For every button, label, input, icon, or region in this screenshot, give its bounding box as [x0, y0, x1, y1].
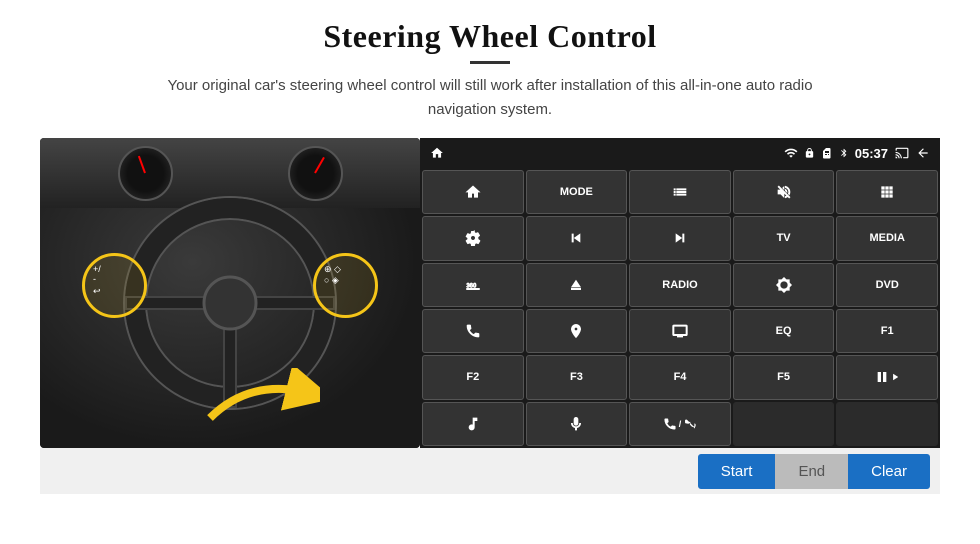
cast-icon	[894, 146, 910, 160]
gauge-right	[288, 146, 343, 201]
status-right: 05:37	[784, 146, 930, 161]
btn-media[interactable]: MEDIA	[836, 216, 938, 260]
action-bar: Start End Clear	[40, 448, 940, 494]
btn-home[interactable]	[422, 170, 524, 214]
btn-eject[interactable]	[526, 263, 628, 307]
home-status-icon	[430, 146, 444, 160]
btn-radio[interactable]: RADIO	[629, 263, 731, 307]
btn-mic[interactable]	[526, 402, 628, 446]
title-divider	[470, 61, 510, 64]
btn-f4[interactable]: F4	[629, 355, 731, 399]
needle-left	[138, 156, 146, 174]
callout-right: ⊕ ◇○ ◈	[313, 253, 378, 318]
btn-empty2	[836, 402, 938, 446]
btn-voicecall[interactable]: /	[629, 402, 731, 446]
btn-apps[interactable]	[836, 170, 938, 214]
btn-music[interactable]	[422, 402, 524, 446]
btn-f2[interactable]: F2	[422, 355, 524, 399]
button-grid: MODE	[420, 168, 940, 448]
time-display: 05:37	[855, 146, 888, 161]
btn-brightness[interactable]	[733, 263, 835, 307]
bluetooth-icon	[839, 146, 849, 160]
btn-forward[interactable]	[629, 216, 731, 260]
btn-settings[interactable]	[422, 216, 524, 260]
btn-phone[interactable]	[422, 309, 524, 353]
btn-f5[interactable]: F5	[733, 355, 835, 399]
callout-left: +/- ↩	[82, 253, 147, 318]
needle-right	[314, 157, 325, 174]
status-left	[430, 146, 444, 160]
btn-360[interactable]: 360	[422, 263, 524, 307]
page-title: Steering Wheel Control	[323, 18, 656, 55]
wifi-icon	[784, 146, 798, 160]
control-panel: 05:37 MODE	[420, 138, 940, 448]
btn-empty1	[733, 402, 835, 446]
arrow-indicator	[200, 368, 320, 438]
btn-rewind[interactable]	[526, 216, 628, 260]
btn-eq[interactable]: EQ	[733, 309, 835, 353]
steering-wheel-image: +/- ↩ ⊕ ◇○ ◈	[40, 138, 420, 448]
btn-gps[interactable]	[526, 309, 628, 353]
end-button[interactable]: End	[775, 454, 848, 489]
btn-tv[interactable]: TV	[733, 216, 835, 260]
btn-f1[interactable]: F1	[836, 309, 938, 353]
btn-list[interactable]	[629, 170, 731, 214]
btn-playpause[interactable]	[836, 355, 938, 399]
gauge-left	[118, 146, 173, 201]
wheel-hub	[203, 276, 258, 331]
clear-button[interactable]: Clear	[848, 454, 930, 489]
status-bar: 05:37	[420, 138, 940, 168]
page-subtitle: Your original car's steering wheel contr…	[140, 74, 840, 122]
start-button[interactable]: Start	[698, 454, 776, 489]
btn-screen[interactable]	[629, 309, 731, 353]
back-icon	[916, 146, 930, 160]
sim-icon	[821, 146, 833, 160]
btn-mute[interactable]	[733, 170, 835, 214]
btn-mode[interactable]: MODE	[526, 170, 628, 214]
btn-dvd[interactable]: DVD	[836, 263, 938, 307]
lock-icon	[804, 146, 815, 160]
btn-f3[interactable]: F3	[526, 355, 628, 399]
